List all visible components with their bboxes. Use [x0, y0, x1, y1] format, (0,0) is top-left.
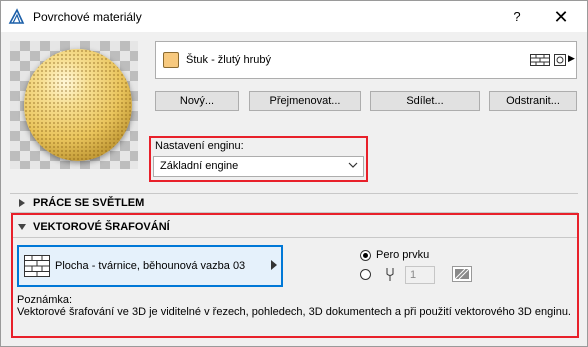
preview-sphere: [24, 49, 132, 161]
material-swatch: [163, 52, 179, 68]
share-button[interactable]: Sdílet...: [370, 91, 480, 111]
section-light-title[interactable]: PRÁCE SE SVĚTLEM: [33, 197, 144, 209]
rename-button[interactable]: Přejmenovat...: [249, 91, 361, 111]
engine-value: Základní engine: [160, 160, 239, 172]
archicad-logo-icon: [8, 8, 25, 24]
pen-element-radio[interactable]: [360, 250, 371, 261]
expand-arrow-icon[interactable]: ▶: [568, 53, 575, 64]
section-vector-title[interactable]: VEKTOROVÉ ŠRAFOVÁNÍ: [33, 221, 170, 233]
collapsed-triangle-icon[interactable]: [18, 199, 26, 207]
fill-selector-button[interactable]: Plocha - tvárnice, běhounová vazba 03: [17, 245, 283, 287]
engine-label: Nastavení enginu:: [155, 140, 244, 152]
brick-hatch-icon: [530, 54, 550, 66]
material-preview: [10, 41, 138, 169]
chevron-right-icon: [271, 260, 277, 270]
help-button[interactable]: ?: [506, 6, 528, 28]
new-button[interactable]: Nový...: [155, 91, 239, 111]
dialog-window: Povrchové materiály ? ✕ Štuk - žlutý hru…: [0, 0, 588, 347]
pen-pattern-swatch[interactable]: [452, 266, 472, 282]
pen-icon: [386, 268, 394, 281]
engine-select[interactable]: Základní engine: [153, 156, 364, 177]
note-text: Vektorové šrafování ve 3D je viditelné v…: [17, 306, 571, 318]
material-name: Štuk - žlutý hrubý: [186, 54, 271, 66]
material-selector[interactable]: Štuk - žlutý hrubý ▶: [155, 41, 577, 79]
section-divider: [10, 193, 578, 194]
close-button[interactable]: ✕: [550, 6, 572, 28]
brick-fill-icon: [24, 255, 50, 277]
title-bar: Povrchové materiály ? ✕: [1, 1, 587, 32]
delete-button[interactable]: Odstranit...: [489, 91, 577, 111]
window-title: Povrchové materiály: [33, 10, 142, 24]
pen-element-label: Pero prvku: [376, 249, 430, 261]
pen-number-field[interactable]: 1: [405, 266, 435, 284]
note-title: Poznámka:: [17, 294, 73, 306]
chevron-down-icon: [348, 162, 358, 168]
fill-label: Plocha - tvárnice, běhounová vazba 03: [55, 260, 246, 272]
texture-icon: [554, 54, 566, 66]
section-divider: [13, 237, 577, 238]
custom-pen-radio[interactable]: [360, 269, 371, 280]
expanded-triangle-icon[interactable]: [18, 223, 26, 231]
